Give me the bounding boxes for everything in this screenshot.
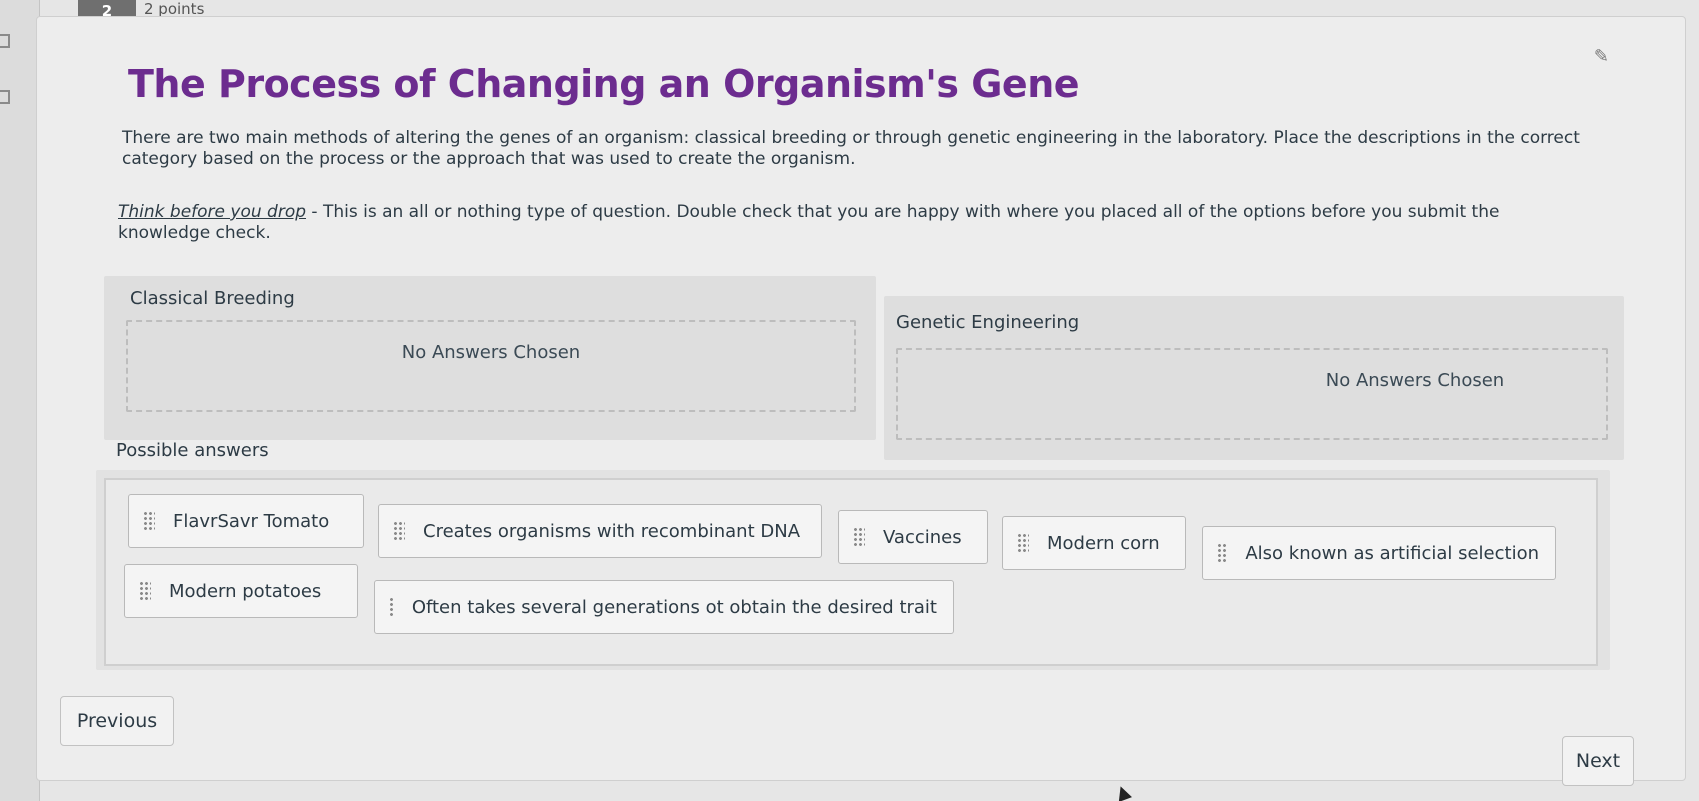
drag-handle-icon[interactable] [139,581,151,601]
warning-emphasis: Think before you drop [118,202,307,222]
answer-label: Modern potatoes [169,580,322,602]
drag-handle-icon[interactable] [393,521,405,541]
pin-icon[interactable]: ✎ [1594,46,1609,67]
question-warning: Think before you drop - This is an all o… [118,202,1592,244]
warning-text: - This is an all or nothing type of ques… [118,202,1500,243]
previous-button[interactable]: Previous [60,696,174,746]
answer-chip[interactable]: Often takes several generations ot obtai… [374,580,954,634]
drag-handle-icon[interactable] [389,597,394,617]
possible-answers-label: Possible answers [116,440,269,461]
answer-chip[interactable]: Vaccines [838,510,988,564]
panel-marker [0,34,10,48]
dropzone-empty-text: No Answers Chosen [401,342,581,363]
panel-marker [0,90,10,104]
dropzone-empty-text: No Answers Chosen [1325,370,1505,391]
answer-chip[interactable]: FlavrSavr Tomato [128,494,364,548]
dropzone-classical-breeding[interactable]: No Answers Chosen [126,320,856,412]
category-label: Genetic Engineering [896,312,1080,333]
side-panel [0,0,40,801]
drag-handle-icon[interactable] [1217,543,1228,563]
answer-chip[interactable]: Modern potatoes [124,564,358,618]
next-button[interactable]: Next [1562,736,1634,786]
answer-label: Vaccines [883,526,962,548]
drag-handle-icon[interactable] [1017,533,1029,553]
answer-chip[interactable]: Creates organisms with recombinant DNA [378,504,822,558]
category-label: Classical Breeding [130,288,295,309]
question-intro: There are two main methods of altering t… [122,128,1580,169]
mouse-cursor-icon [1114,784,1132,801]
answer-label: Modern corn [1047,532,1160,554]
answer-chip[interactable]: Modern corn [1002,516,1186,570]
answer-label: Also known as artificial selection [1245,542,1539,564]
answer-label: Creates organisms with recombinant DNA [423,520,801,542]
dropzone-genetic-engineering[interactable]: No Answers Chosen [896,348,1608,440]
drag-handle-icon[interactable] [143,511,155,531]
answer-label: Often takes several generations ot obtai… [411,596,937,618]
answer-label: FlavrSavr Tomato [173,510,330,532]
drag-handle-icon[interactable] [853,527,865,547]
question-title: The Process of Changing an Organism's Ge… [128,62,1080,106]
answer-chip[interactable]: Also known as artificial selection [1202,526,1556,580]
